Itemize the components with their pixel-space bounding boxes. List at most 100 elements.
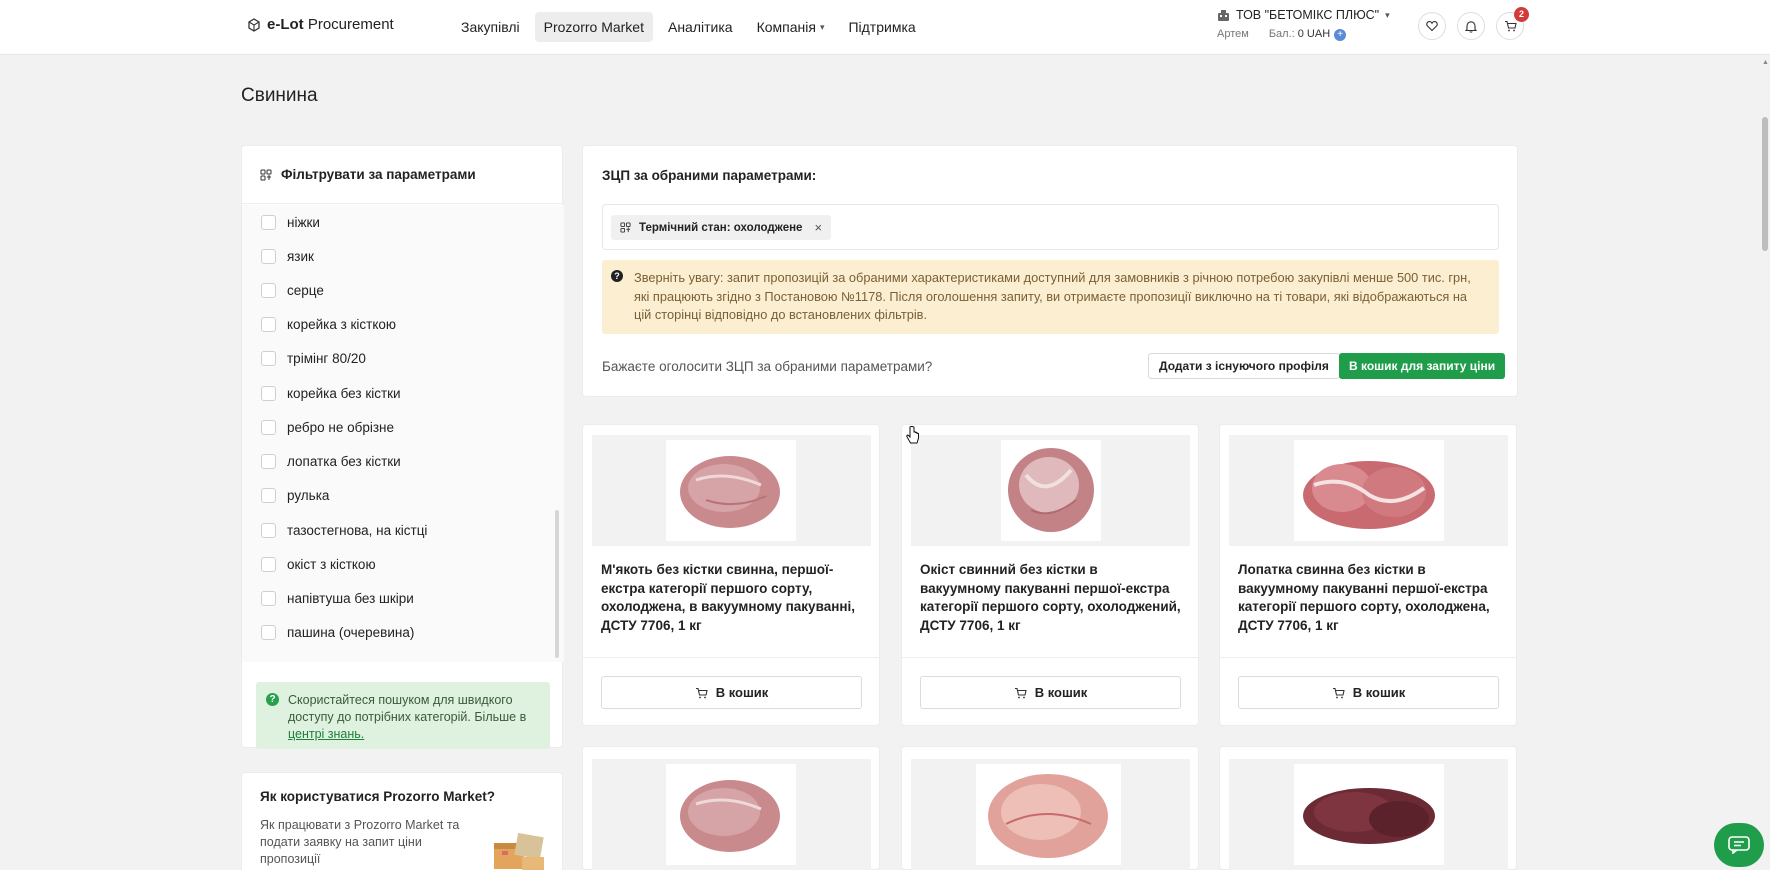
add-from-profile-button[interactable]: Додати з існуючого профіля — [1148, 353, 1340, 379]
page-scrollbar[interactable]: ▲ — [1762, 55, 1769, 870]
filter-option-label: напівтуша без шкіри — [287, 591, 414, 606]
checkbox[interactable] — [261, 591, 276, 606]
filter-heading: Фільтрувати за параметрами — [281, 167, 476, 182]
filter-option[interactable]: серце — [261, 283, 324, 298]
nav-analytics[interactable]: Аналітика — [659, 12, 742, 42]
product-title[interactable]: Лопатка свинна без кістки в вакуумному п… — [1238, 561, 1500, 635]
chevron-down-icon: ▾ — [1385, 9, 1390, 20]
nav-support[interactable]: Підтримка — [839, 12, 924, 42]
add-to-cart-button[interactable]: В кошик — [1238, 676, 1499, 709]
filter-option-label: язик — [287, 249, 314, 264]
checkbox[interactable] — [261, 625, 276, 640]
checkbox[interactable] — [261, 386, 276, 401]
filter-list-scrollbar[interactable] — [555, 510, 559, 658]
filter-option[interactable]: тазостегнова, на кістці — [261, 523, 427, 538]
bell-icon — [1465, 20, 1477, 33]
filter-option[interactable]: корейка з кісткою — [261, 317, 396, 332]
filter-option[interactable]: пашина (очеревина) — [261, 625, 414, 640]
page-scrollbar-thumb[interactable] — [1762, 117, 1768, 251]
scroll-up-icon[interactable]: ▲ — [1762, 59, 1769, 66]
zcp-panel: ЗЦП за обраними параметрами: Термічний с… — [582, 145, 1518, 397]
checkbox[interactable] — [261, 283, 276, 298]
checkbox[interactable] — [261, 351, 276, 366]
product-image[interactable] — [592, 759, 871, 870]
knowledge-center-link[interactable]: центрі знань. — [288, 727, 364, 741]
filter-option-label: тазостегнова, на кістці — [287, 523, 428, 538]
add-to-cart-button[interactable]: В кошик — [601, 676, 862, 709]
zcp-title: ЗЦП за обраними параметрами: — [602, 168, 817, 183]
nav-purchases[interactable]: Закупівлі — [452, 12, 529, 42]
logo[interactable]: e-Lot Procurement — [247, 16, 394, 33]
checkbox[interactable] — [261, 317, 276, 332]
notifications-button[interactable] — [1457, 12, 1485, 40]
product-card[interactable]: М'якоть без кістки свинна, першої-екстра… — [582, 424, 880, 726]
product-image[interactable] — [911, 435, 1190, 546]
nav-company[interactable]: Компанія ▾ — [748, 12, 834, 42]
add-to-cart-label: В кошик — [1352, 685, 1406, 700]
cart-button[interactable]: 2 — [1496, 7, 1529, 40]
product-card[interactable] — [582, 746, 880, 870]
filter-option-label: пашина (очеревина) — [287, 625, 415, 640]
product-card[interactable] — [1219, 746, 1517, 870]
filter-list: ніжки язик серце корейка з кісткою трімі… — [242, 205, 564, 662]
filter-option-label: лопатка без кістки — [287, 454, 401, 469]
add-to-cart-label: В кошик — [1034, 685, 1088, 700]
product-image[interactable] — [592, 435, 871, 546]
balance: Бал.: 0 UAH + — [1269, 28, 1347, 41]
filter-option[interactable]: ребро не обрізне — [261, 420, 394, 435]
filter-option[interactable]: язик — [261, 249, 314, 264]
nav-purchases-label: Закупівлі — [461, 19, 520, 35]
chat-button[interactable] — [1714, 823, 1764, 867]
product-card[interactable]: Лопатка свинна без кістки в вакуумному п… — [1219, 424, 1517, 726]
filter-chip: Термічний стан: охолоджене × — [611, 215, 832, 240]
filter-option[interactable]: напівтуша без шкіри — [261, 591, 414, 606]
cart-icon — [1014, 687, 1027, 698]
checkbox[interactable] — [261, 557, 276, 572]
product-image[interactable] — [1229, 435, 1508, 546]
howto-title: Як користуватися Prozorro Market? — [260, 789, 495, 804]
add-balance-icon[interactable]: + — [1334, 29, 1347, 41]
filter-option[interactable]: окіст з кісткою — [261, 557, 376, 572]
checkbox[interactable] — [261, 420, 276, 435]
checkbox[interactable] — [261, 215, 276, 230]
filter-option[interactable]: рулька — [261, 488, 329, 503]
filter-panel: Фільтрувати за параметрами ніжки язик се… — [241, 145, 564, 749]
filter-option-label: ребро не обрізне — [287, 420, 394, 435]
favorites-button[interactable] — [1418, 12, 1446, 40]
nav-company-label: Компанія — [756, 19, 816, 35]
howto-card[interactable]: Як користуватися Prozorro Market? Як пра… — [241, 772, 563, 870]
filter-option-label: ніжки — [287, 215, 320, 230]
filter-option-label: рулька — [287, 488, 330, 503]
question-icon: ? — [266, 693, 279, 706]
filter-option[interactable]: корейка без кістки — [261, 386, 401, 401]
checkbox[interactable] — [261, 488, 276, 503]
close-icon[interactable]: × — [814, 220, 822, 235]
product-image[interactable] — [1229, 759, 1508, 870]
filter-option[interactable]: ніжки — [261, 215, 320, 230]
checkbox[interactable] — [261, 454, 276, 469]
product-card[interactable] — [901, 746, 1199, 870]
divider — [902, 657, 1198, 658]
product-card[interactable]: Окіст свинний без кістки в вакуумному па… — [901, 424, 1199, 726]
chevron-down-icon: ▾ — [819, 21, 825, 32]
product-image[interactable] — [911, 759, 1190, 870]
top-bar: e-Lot Procurement Закупівлі Prozorro Mar… — [0, 0, 1770, 55]
filter-option[interactable]: трімінг 80/20 — [261, 351, 366, 366]
howto-text: Як працювати з Prozorro Market та подати… — [260, 818, 460, 866]
logo-bold: e-Lot — [267, 16, 304, 33]
filter-grid-icon — [620, 222, 631, 233]
nav-prozorro-market[interactable]: Prozorro Market — [534, 12, 653, 42]
checkbox[interactable] — [261, 249, 276, 264]
checkbox[interactable] — [261, 523, 276, 538]
hand-cursor-icon — [906, 426, 919, 444]
selected-filters-box: Термічний стан: охолоджене × — [602, 204, 1499, 250]
page-title: Свинина — [241, 85, 318, 106]
product-title[interactable]: Окіст свинний без кістки в вакуумному па… — [920, 561, 1182, 635]
add-to-cart-button[interactable]: В кошик — [920, 676, 1181, 709]
add-to-cart-for-quote-button[interactable]: В кошик для запиту ціни — [1339, 353, 1506, 379]
org-switcher[interactable]: ТОВ "БЕТОМІКС ПЛЮС" ▾ Артем Бал.: 0 UAH + — [1217, 8, 1390, 41]
filter-option[interactable]: лопатка без кістки — [261, 454, 401, 469]
nav-prozorro-market-label: Prozorro Market — [543, 19, 644, 35]
product-title[interactable]: М'якоть без кістки свинна, першої-екстра… — [601, 561, 863, 635]
filter-option-label: корейка без кістки — [287, 386, 401, 401]
